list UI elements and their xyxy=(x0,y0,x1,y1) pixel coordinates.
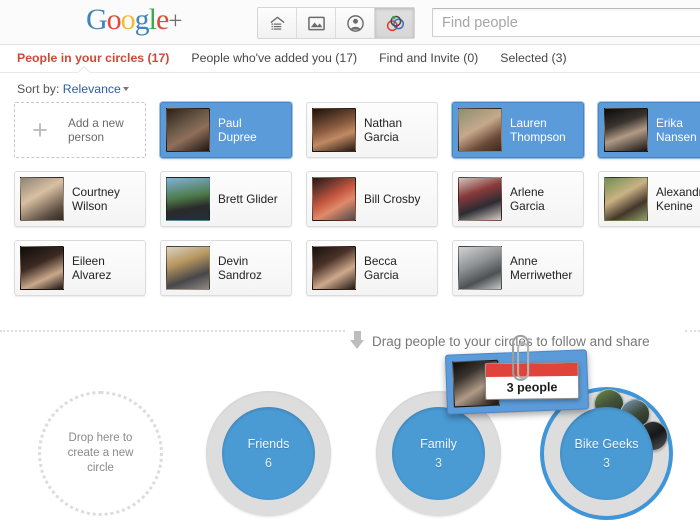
drag-count-badge: 3 people xyxy=(485,362,579,400)
drag-count-label: 3 people xyxy=(507,380,558,395)
photos-icon-button[interactable] xyxy=(297,8,336,38)
avatar xyxy=(312,177,356,221)
person-name: Alexandra Kenine xyxy=(656,185,700,213)
person-name: Lauren Thompson xyxy=(510,116,566,144)
logo-letter-l: l xyxy=(149,3,156,36)
avatar xyxy=(458,108,502,152)
tab-people-in-your-circles[interactable]: People in your circles (17) xyxy=(17,51,169,65)
people-grid: + Add a new person Paul Dupree Nathan Ga… xyxy=(0,102,700,298)
add-new-person-card[interactable]: + Add a new person xyxy=(14,102,146,158)
circles-icon xyxy=(385,14,405,32)
person-card-becca-garcia[interactable]: Becca Garcia xyxy=(306,240,438,296)
add-new-person-label: Add a new person xyxy=(68,116,124,144)
circle-count: 3 xyxy=(603,456,610,470)
person-card-erika-nansen[interactable]: Erika Nansen xyxy=(598,102,700,158)
tab-bar: People in your circles (17) People who'v… xyxy=(0,45,700,73)
top-bar: Google+ xyxy=(0,0,700,45)
person-name: Arlene Garcia xyxy=(510,185,545,213)
circle-friends[interactable]: Friends 6 xyxy=(206,391,331,516)
avatar xyxy=(166,108,210,152)
person-card-arlene-garcia[interactable]: Arlene Garcia xyxy=(452,171,584,227)
paperclip-icon xyxy=(512,335,529,381)
logo-letter-e: e xyxy=(156,3,168,36)
profile-icon-button[interactable] xyxy=(336,8,375,38)
logo-letter-o1: o xyxy=(107,3,121,36)
person-card-anne-merriwether[interactable]: Anne Merriwether xyxy=(452,240,584,296)
down-arrow-icon xyxy=(350,331,365,351)
person-name: Devin Sandroz xyxy=(218,254,262,282)
circle-count: 3 xyxy=(435,456,442,470)
avatar xyxy=(312,108,356,152)
person-card-alexandra-kenine[interactable]: Alexandra Kenine xyxy=(598,171,700,227)
avatar xyxy=(458,246,502,290)
plus-icon: + xyxy=(18,117,62,144)
person-card-lauren-thompson[interactable]: Lauren Thompson xyxy=(452,102,584,158)
circle-inner: Friends 6 xyxy=(222,407,315,500)
logo-letter-g2: g xyxy=(135,3,149,36)
drag-hint-text: Drag people to your circles to follow an… xyxy=(372,334,650,349)
circle-name: Friends xyxy=(248,437,290,451)
home-icon xyxy=(268,14,287,33)
search-input[interactable] xyxy=(432,8,700,37)
avatar xyxy=(166,177,210,221)
active-tab-pointer xyxy=(78,67,90,73)
person-name: Nathan Garcia xyxy=(364,116,402,144)
circle-create-new[interactable]: Drop here to create a new circle xyxy=(38,391,163,516)
person-name: Eileen Alvarez xyxy=(72,254,111,282)
section-divider-right xyxy=(685,330,700,332)
section-divider xyxy=(0,330,345,332)
circle-count: 6 xyxy=(265,456,272,470)
nav-icon-bar xyxy=(257,7,415,39)
person-name: Anne Merriwether xyxy=(510,254,572,282)
google-plus-logo[interactable]: Google+ xyxy=(86,4,181,38)
profile-icon xyxy=(346,14,365,33)
home-icon-button[interactable] xyxy=(258,8,297,38)
person-name: Bill Crosby xyxy=(364,192,420,206)
sort-bar: Sort by: Relevance xyxy=(0,73,700,102)
person-card-courtney-wilson[interactable]: Courtney Wilson xyxy=(14,171,146,227)
person-card-brett-glider[interactable]: Brett Glider xyxy=(160,171,292,227)
person-card-nathan-garcia[interactable]: Nathan Garcia xyxy=(306,102,438,158)
circle-name: Family xyxy=(420,437,457,451)
person-name: Paul Dupree xyxy=(218,116,257,144)
person-card-eileen-alvarez[interactable]: Eileen Alvarez xyxy=(14,240,146,296)
avatar xyxy=(458,177,502,221)
drag-ghost-card[interactable]: 3 people xyxy=(445,349,589,414)
person-name: Becca Garcia xyxy=(364,254,399,282)
circles-row: Drop here to create a new circle Friends… xyxy=(0,385,700,522)
person-name: Courtney Wilson xyxy=(72,185,120,213)
avatar xyxy=(20,246,64,290)
sort-label: Sort by: xyxy=(17,82,59,96)
photos-icon xyxy=(307,15,326,32)
sort-value-dropdown[interactable]: Relevance xyxy=(63,82,121,96)
person-card-paul-dupree[interactable]: Paul Dupree xyxy=(160,102,292,158)
circle-name: Bike Geeks xyxy=(575,437,639,451)
drag-hint: Drag people to your circles to follow an… xyxy=(350,331,650,351)
tab-find-and-invite[interactable]: Find and Invite (0) xyxy=(379,51,478,65)
avatar xyxy=(20,177,64,221)
tab-selected[interactable]: Selected (3) xyxy=(500,51,566,65)
avatar xyxy=(312,246,356,290)
person-name: Brett Glider xyxy=(218,192,278,206)
avatar xyxy=(604,177,648,221)
avatar xyxy=(604,108,648,152)
circle-inner: Drop here to create a new circle xyxy=(54,407,147,500)
circles-icon-button[interactable] xyxy=(375,8,414,38)
person-card-bill-crosby[interactable]: Bill Crosby xyxy=(306,171,438,227)
logo-letter-o2: o xyxy=(121,3,135,36)
avatar xyxy=(166,246,210,290)
person-name: Erika Nansen xyxy=(656,116,697,144)
circle-create-label: Drop here to create a new circle xyxy=(68,431,134,476)
tab-people-whove-added-you[interactable]: People who've added you (17) xyxy=(191,51,357,65)
logo-letter-g1: G xyxy=(86,3,107,36)
person-card-devin-sandroz[interactable]: Devin Sandroz xyxy=(160,240,292,296)
circle-inner: Bike Geeks 3 xyxy=(560,407,653,500)
logo-plus: + xyxy=(168,8,181,35)
circle-inner: Family 3 xyxy=(392,407,485,500)
chevron-down-icon[interactable] xyxy=(123,87,129,91)
